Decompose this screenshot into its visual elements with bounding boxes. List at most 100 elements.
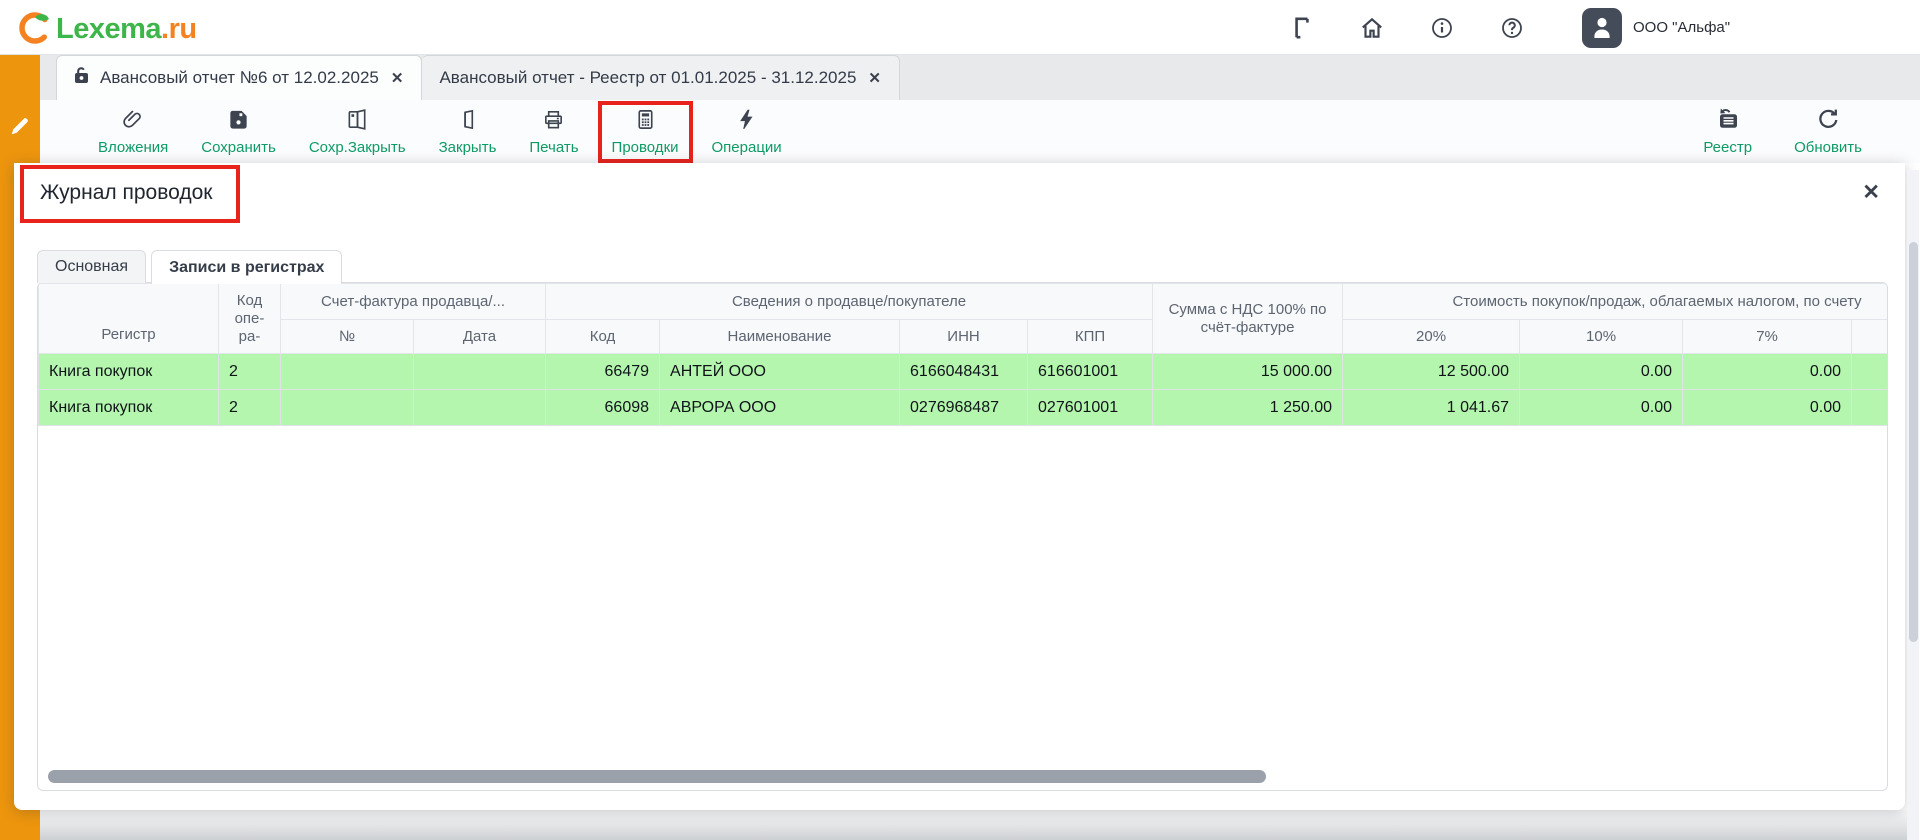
postings-button[interactable]: Проводки (598, 101, 693, 163)
page-vertical-scrollbar[interactable] (1907, 170, 1919, 840)
cell-inn: 6166048431 (900, 354, 1028, 390)
exit-icon[interactable] (1288, 14, 1315, 41)
modal-title: Журнал проводок (40, 181, 212, 204)
group-header-taxed: Стоимость покупок/продаж, облагаемых нал… (1343, 284, 1888, 320)
col-header-op-code: Код опе- ра- (219, 284, 281, 354)
modal-tab-label: Записи в регистрах (169, 259, 324, 277)
toolbar-right: Реестр Обновить (1689, 100, 1890, 163)
cell-sum-vat: 1 250.00 (1153, 390, 1343, 426)
cell-name: АНТЕЙ ООО (660, 354, 900, 390)
cell-20: 12 500.00 (1343, 354, 1520, 390)
attachments-button[interactable]: Вложения (84, 101, 182, 163)
door-icon (456, 108, 479, 136)
logo: Lexema.ru (16, 8, 197, 51)
col-header-sum-vat: Сумма с НДС 100% по счёт-фактуре (1153, 284, 1343, 354)
table-row[interactable]: Книга покупок 2 66098 АВРОРА ООО 0276968… (39, 390, 1889, 426)
cell-kpp: 027601001 (1028, 390, 1153, 426)
logo-mark-icon (16, 8, 54, 51)
cell-date (414, 354, 546, 390)
operations-button[interactable]: Операции (698, 101, 796, 163)
scrollbar-thumb[interactable] (1909, 242, 1918, 642)
modal-tab-label: Основная (55, 258, 128, 276)
cell-10: 0.00 (1520, 354, 1683, 390)
calculator-icon (634, 108, 657, 136)
user-avatar[interactable] (1582, 8, 1622, 48)
save-icon (227, 108, 250, 136)
save-close-icon (346, 108, 369, 136)
col-header-date: Дата (414, 320, 546, 354)
toolbar-label: Вложения (98, 139, 168, 156)
doc-tab-label: Авансовый отчет - Реестр от 01.01.2025 -… (439, 68, 856, 88)
horizontal-scrollbar[interactable] (48, 770, 1266, 783)
logo-text: Lexema.ru (56, 13, 197, 46)
tab-close-icon[interactable]: ✕ (867, 69, 882, 87)
toolbar-label: Закрыть (439, 139, 497, 156)
cell-kpp: 616601001 (1028, 354, 1153, 390)
app-header: Lexema.ru (0, 0, 1920, 55)
toolbar-label: Сохр.Закрыть (309, 139, 406, 156)
save-button[interactable]: Сохранить (187, 101, 290, 163)
doc-tab-avansovy-otchet[interactable]: Авансовый отчет №6 от 12.02.2025 ✕ (56, 55, 422, 100)
group-header-invoice: Счет-фактура продавца/... (281, 284, 546, 320)
printer-icon (542, 108, 565, 136)
cell-date (414, 390, 546, 426)
lightning-icon (735, 108, 758, 136)
cell-register: Книга покупок (39, 390, 219, 426)
doc-tab-label: Авансовый отчет №6 от 12.02.2025 (100, 68, 379, 88)
cell-10: 0.00 (1520, 390, 1683, 426)
refresh-icon (1816, 107, 1840, 136)
paperclip-icon (122, 108, 145, 136)
cell-code: 66098 (546, 390, 660, 426)
toolbar-label: Обновить (1794, 139, 1862, 156)
page-footer (40, 810, 1907, 840)
postings-journal-modal: Журнал проводок ✕ Основная Записи в реги… (14, 163, 1905, 810)
print-button[interactable]: Печать (515, 101, 592, 163)
registers-table-panel: Регистр Код опе- ра- Счет-фактура продав… (37, 282, 1888, 791)
toolbar-label: Печать (529, 139, 578, 156)
document-tabstrip: Авансовый отчет №6 от 12.02.2025 ✕ Аванс… (40, 55, 1920, 100)
col-header-7: 7% (1683, 320, 1852, 354)
help-icon[interactable] (1498, 14, 1525, 41)
cell-7: 0.00 (1683, 354, 1852, 390)
col-header-extra (1852, 320, 1888, 354)
toolbar-label: Сохранить (201, 139, 276, 156)
tab-osnovnaya[interactable]: Основная (37, 250, 146, 283)
cell-20: 1 041.67 (1343, 390, 1520, 426)
modal-tabs: Основная Записи в регистрах (37, 250, 342, 283)
toolbar: Вложения Сохранить Сохр.Закрыть Зак (40, 100, 1920, 163)
lock-icon (74, 67, 89, 89)
save-close-button[interactable]: Сохр.Закрыть (295, 101, 420, 163)
info-icon[interactable] (1428, 14, 1455, 41)
col-header-kpp: КПП (1028, 320, 1153, 354)
group-header-party: Сведения о продавце/покупателе (546, 284, 1153, 320)
col-header-name: Наименование (660, 320, 900, 354)
cell-op-code: 2 (219, 390, 281, 426)
col-header-register: Регистр (39, 284, 219, 354)
col-header-10: 10% (1520, 320, 1683, 354)
header-actions: ООО "Альфа" (1288, 0, 1730, 55)
doc-tab-reestr[interactable]: Авансовый отчет - Реестр от 01.01.2025 -… (422, 55, 900, 100)
cell-code: 66479 (546, 354, 660, 390)
table-row[interactable]: Книга покупок 2 66479 АНТЕЙ ООО 61660484… (39, 354, 1889, 390)
modal-close-icon[interactable]: ✕ (1862, 182, 1880, 203)
annotation-redbox-title: Журнал проводок (20, 165, 240, 223)
company-name: ООО "Альфа" (1633, 19, 1730, 36)
cell-7: 0.00 (1683, 390, 1852, 426)
refresh-button[interactable]: Обновить (1780, 100, 1876, 163)
col-header-code: Код (546, 320, 660, 354)
tab-zapisi-v-registrah[interactable]: Записи в регистрах (151, 250, 342, 284)
toolbar-label: Операции (712, 139, 782, 156)
cell-sum-vat: 15 000.00 (1153, 354, 1343, 390)
edit-pencil-icon[interactable] (9, 115, 31, 137)
toolbar-label: Проводки (612, 139, 679, 156)
close-button[interactable]: Закрыть (425, 101, 511, 163)
registry-icon (1716, 107, 1740, 136)
cell-extra (1852, 354, 1888, 390)
tab-close-icon[interactable]: ✕ (390, 69, 405, 87)
home-icon[interactable] (1358, 14, 1385, 41)
col-header-20: 20% (1343, 320, 1520, 354)
col-header-inn: ИНН (900, 320, 1028, 354)
registry-button[interactable]: Реестр (1689, 100, 1766, 163)
cell-name: АВРОРА ООО (660, 390, 900, 426)
cell-number (281, 390, 414, 426)
